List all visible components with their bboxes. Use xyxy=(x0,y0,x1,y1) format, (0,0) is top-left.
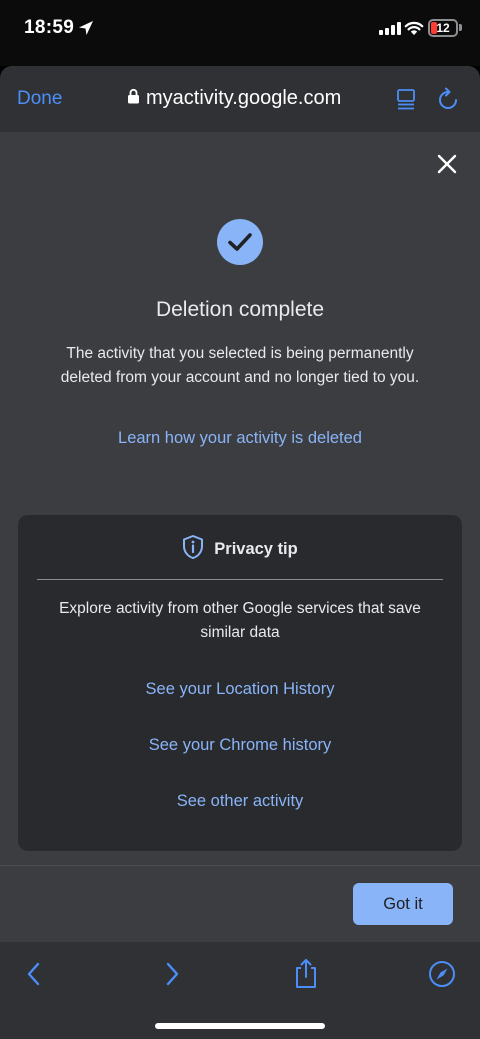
status-time: 18:59 xyxy=(24,17,75,38)
location-arrow-icon xyxy=(78,20,94,41)
address-bar[interactable]: myactivity.google.com xyxy=(127,87,341,110)
privacy-tip-header: Privacy tip xyxy=(18,534,462,565)
battery-level: 12 xyxy=(436,21,450,35)
page-content: Deletion complete The activity that you … xyxy=(0,132,480,865)
dialog-title: Deletion complete xyxy=(155,298,325,321)
location-history-link[interactable]: See your Location History xyxy=(18,680,462,699)
lock-icon xyxy=(127,88,140,109)
other-activity-link[interactable]: See other activity xyxy=(18,792,462,811)
browser-top-bar: Done myactivity.google.com xyxy=(0,66,480,132)
back-icon[interactable] xyxy=(24,960,44,993)
url-text: myactivity.google.com xyxy=(146,87,342,109)
battery-tip xyxy=(459,24,462,31)
learn-how-deleted-link[interactable]: Learn how your activity is deleted xyxy=(0,429,480,448)
wifi-icon xyxy=(404,20,424,41)
done-button[interactable]: Done xyxy=(17,88,62,110)
privacy-tip-card: Privacy tip Explore activity from other … xyxy=(18,515,462,851)
dialog-description: The activity that you selected is being … xyxy=(60,345,420,386)
compass-icon[interactable] xyxy=(428,960,456,993)
divider xyxy=(37,579,443,580)
check-circle-icon xyxy=(217,219,263,265)
reader-icon[interactable] xyxy=(396,88,416,115)
share-icon[interactable] xyxy=(293,957,319,994)
status-bar: 18:59 12 xyxy=(0,0,480,66)
dialog-footer: Got it xyxy=(0,865,480,942)
battery-icon: 12 xyxy=(428,19,458,37)
browser-toolbar xyxy=(0,942,480,1039)
got-it-button[interactable]: Got it xyxy=(353,883,453,925)
privacy-tip-text: Explore activity from other Google servi… xyxy=(59,600,421,641)
close-icon[interactable] xyxy=(436,153,458,180)
reload-icon[interactable] xyxy=(437,87,459,116)
forward-icon[interactable] xyxy=(162,960,182,993)
privacy-tip-title: Privacy tip xyxy=(214,540,298,558)
signal-icon xyxy=(379,22,401,35)
shield-info-icon xyxy=(182,534,204,565)
chrome-history-link[interactable]: See your Chrome history xyxy=(18,736,462,755)
home-indicator[interactable] xyxy=(155,1023,325,1029)
